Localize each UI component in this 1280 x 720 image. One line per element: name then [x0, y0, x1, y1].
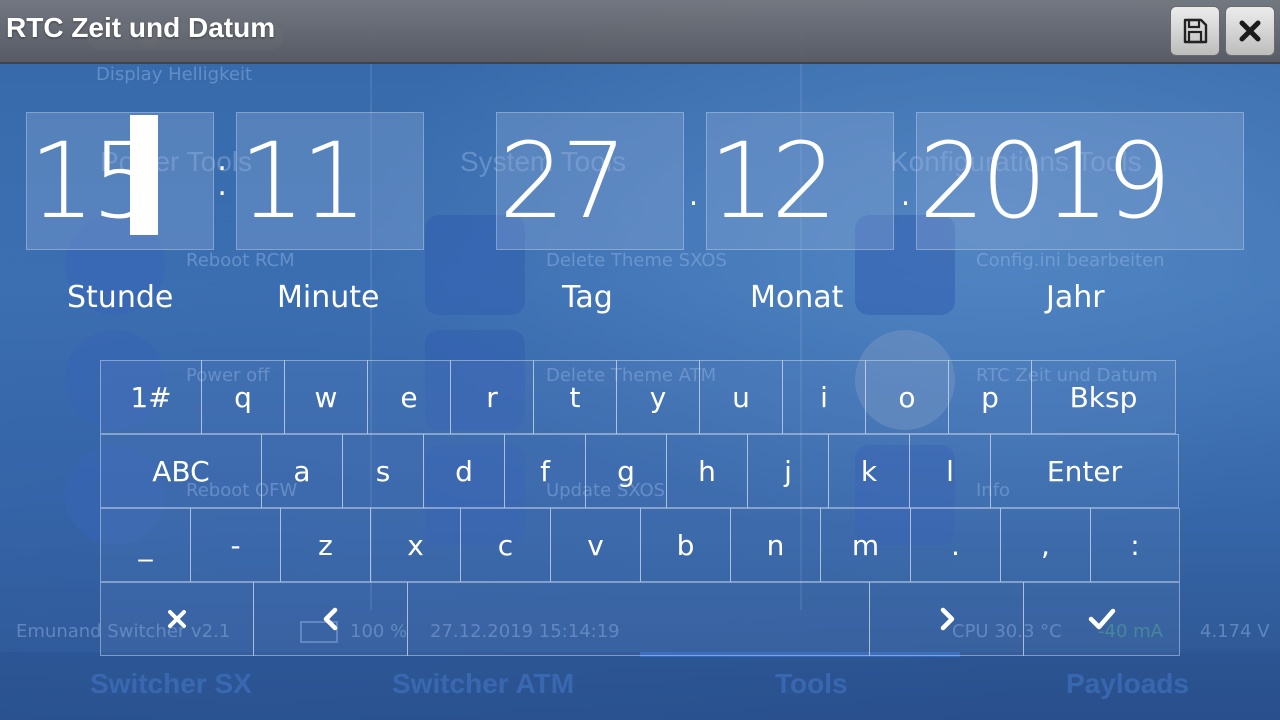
key-enter[interactable]: Enter: [990, 434, 1179, 508]
keyboard-row-2: ABC a s d f g h j k l Enter: [100, 434, 1179, 508]
key-i[interactable]: i: [782, 360, 866, 434]
key-y[interactable]: y: [616, 360, 700, 434]
key-colon[interactable]: :: [1090, 508, 1180, 582]
key-u[interactable]: u: [699, 360, 783, 434]
key-underscore[interactable]: _: [100, 508, 191, 582]
save-button[interactable]: [1170, 6, 1220, 56]
text-cursor: [130, 115, 158, 235]
day-field[interactable]: 27: [496, 112, 684, 250]
key-cursor-right[interactable]: [869, 582, 1024, 656]
minute-field[interactable]: 11: [236, 112, 424, 250]
month-label: Monat: [750, 280, 844, 315]
month-value: 12: [709, 120, 837, 242]
key-cursor-left[interactable]: [253, 582, 408, 656]
key-f[interactable]: f: [504, 434, 586, 508]
arrow-right-icon: [940, 607, 954, 631]
key-j[interactable]: j: [747, 434, 829, 508]
month-field[interactable]: 12: [706, 112, 894, 250]
dialog-titlebar: RTC Zeit und Datum: [0, 0, 1280, 64]
close-icon: [1239, 20, 1261, 42]
keyboard-row-3: _ - z x c v b n m . , :: [100, 508, 1180, 582]
key-p[interactable]: p: [948, 360, 1032, 434]
year-field[interactable]: 2019: [916, 112, 1244, 250]
key-abc[interactable]: ABC: [100, 434, 262, 508]
hour-field[interactable]: 15: [26, 112, 214, 250]
key-s[interactable]: s: [342, 434, 424, 508]
hour-label: Stunde: [67, 280, 174, 315]
key-k[interactable]: k: [828, 434, 910, 508]
key-period[interactable]: .: [910, 508, 1001, 582]
key-x[interactable]: x: [370, 508, 461, 582]
close-button[interactable]: [1225, 6, 1275, 56]
minute-label: Minute: [277, 280, 380, 315]
dialog-title: RTC Zeit und Datum: [6, 12, 276, 43]
key-confirm[interactable]: [1023, 582, 1180, 656]
minute-value: 11: [239, 120, 367, 242]
date-separator: .: [684, 150, 704, 220]
save-icon: [1183, 18, 1208, 44]
keyboard-row-4: [100, 582, 1180, 656]
key-r[interactable]: r: [450, 360, 534, 434]
key-cancel[interactable]: [100, 582, 254, 656]
key-l[interactable]: l: [909, 434, 991, 508]
year-value: 2019: [919, 120, 1172, 242]
key-v[interactable]: v: [550, 508, 641, 582]
key-e[interactable]: e: [367, 360, 451, 434]
arrow-left-icon: [323, 607, 337, 631]
key-t[interactable]: t: [533, 360, 617, 434]
key-symbols[interactable]: 1#: [100, 360, 202, 434]
key-a[interactable]: a: [261, 434, 343, 508]
key-q[interactable]: q: [201, 360, 285, 434]
cancel-icon: [168, 610, 186, 628]
key-m[interactable]: m: [820, 508, 911, 582]
year-label: Jahr: [1046, 280, 1105, 315]
key-g[interactable]: g: [585, 434, 667, 508]
key-space[interactable]: [407, 582, 870, 656]
day-label: Tag: [562, 280, 613, 315]
day-value: 27: [499, 120, 627, 242]
key-backspace[interactable]: Bksp: [1031, 360, 1176, 434]
key-hyphen[interactable]: -: [190, 508, 281, 582]
key-w[interactable]: w: [284, 360, 368, 434]
key-n[interactable]: n: [730, 508, 821, 582]
date-separator: .: [896, 150, 916, 220]
key-comma[interactable]: ,: [1000, 508, 1091, 582]
onscreen-keyboard: 1# q w e r t y u i o p Bksp ABC a s d f …: [100, 360, 1180, 660]
key-o[interactable]: o: [865, 360, 949, 434]
key-z[interactable]: z: [280, 508, 371, 582]
keyboard-row-1: 1# q w e r t y u i o p Bksp: [100, 360, 1176, 434]
confirm-icon: [1088, 608, 1115, 630]
time-separator: :: [212, 140, 233, 210]
key-h[interactable]: h: [666, 434, 748, 508]
key-c[interactable]: c: [460, 508, 551, 582]
key-d[interactable]: d: [423, 434, 505, 508]
key-b[interactable]: b: [640, 508, 731, 582]
